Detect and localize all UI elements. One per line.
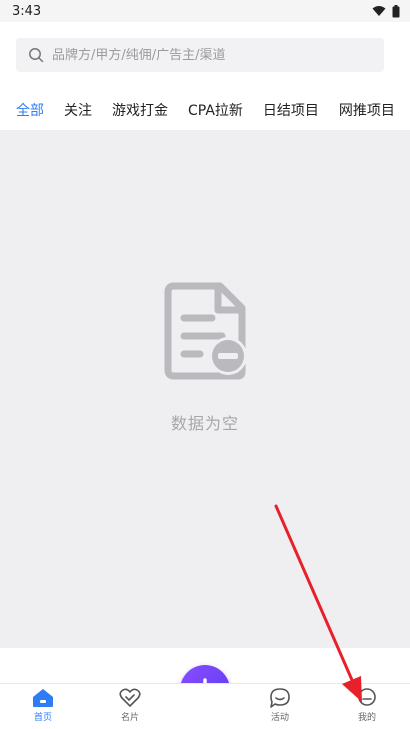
status-icons [372, 4, 400, 18]
wifi-icon [372, 6, 386, 16]
nav-label-mine: 我的 [357, 713, 376, 723]
tab-all[interactable]: 全部 [16, 100, 44, 120]
search-input[interactable] [52, 47, 372, 63]
heart-card-icon [119, 688, 141, 707]
nav-item-home[interactable]: 首页 [13, 688, 73, 728]
nav-item-activity[interactable]: 活动 [250, 688, 310, 728]
search-icon [29, 48, 44, 63]
empty-state-text: 数据为空 [170, 414, 239, 433]
tab-web-promo[interactable]: 网推项目 [339, 100, 395, 120]
nav-label-card: 名片 [120, 713, 139, 723]
category-tabs: 全部 关注 游戏打金 CPA拉新 日结项目 网推项目 [0, 96, 410, 124]
search-bar[interactable] [16, 38, 384, 72]
nav-item-mine[interactable]: 我的 [337, 688, 397, 728]
nav-label-activity: 活动 [270, 713, 289, 723]
status-time: 3:43 [12, 3, 42, 19]
battery-icon [392, 4, 400, 17]
empty-document-icon [164, 282, 247, 380]
nav-item-card[interactable]: 名片 [100, 688, 160, 728]
chat-bubble-icon [270, 688, 290, 708]
tab-game-gold[interactable]: 游戏打金 [112, 100, 168, 120]
nav-label-home: 首页 [33, 713, 52, 723]
tab-cpa[interactable]: CPA拉新 [188, 100, 243, 120]
home-icon [33, 689, 53, 707]
bottom-nav: 首页 名片 活动 我的 [0, 683, 410, 729]
status-bar: 3:43 [0, 0, 410, 22]
tab-follow[interactable]: 关注 [64, 100, 92, 120]
content-area: 数据为空 [0, 130, 410, 648]
tab-daily[interactable]: 日结项目 [263, 100, 319, 120]
profile-icon [358, 688, 376, 706]
